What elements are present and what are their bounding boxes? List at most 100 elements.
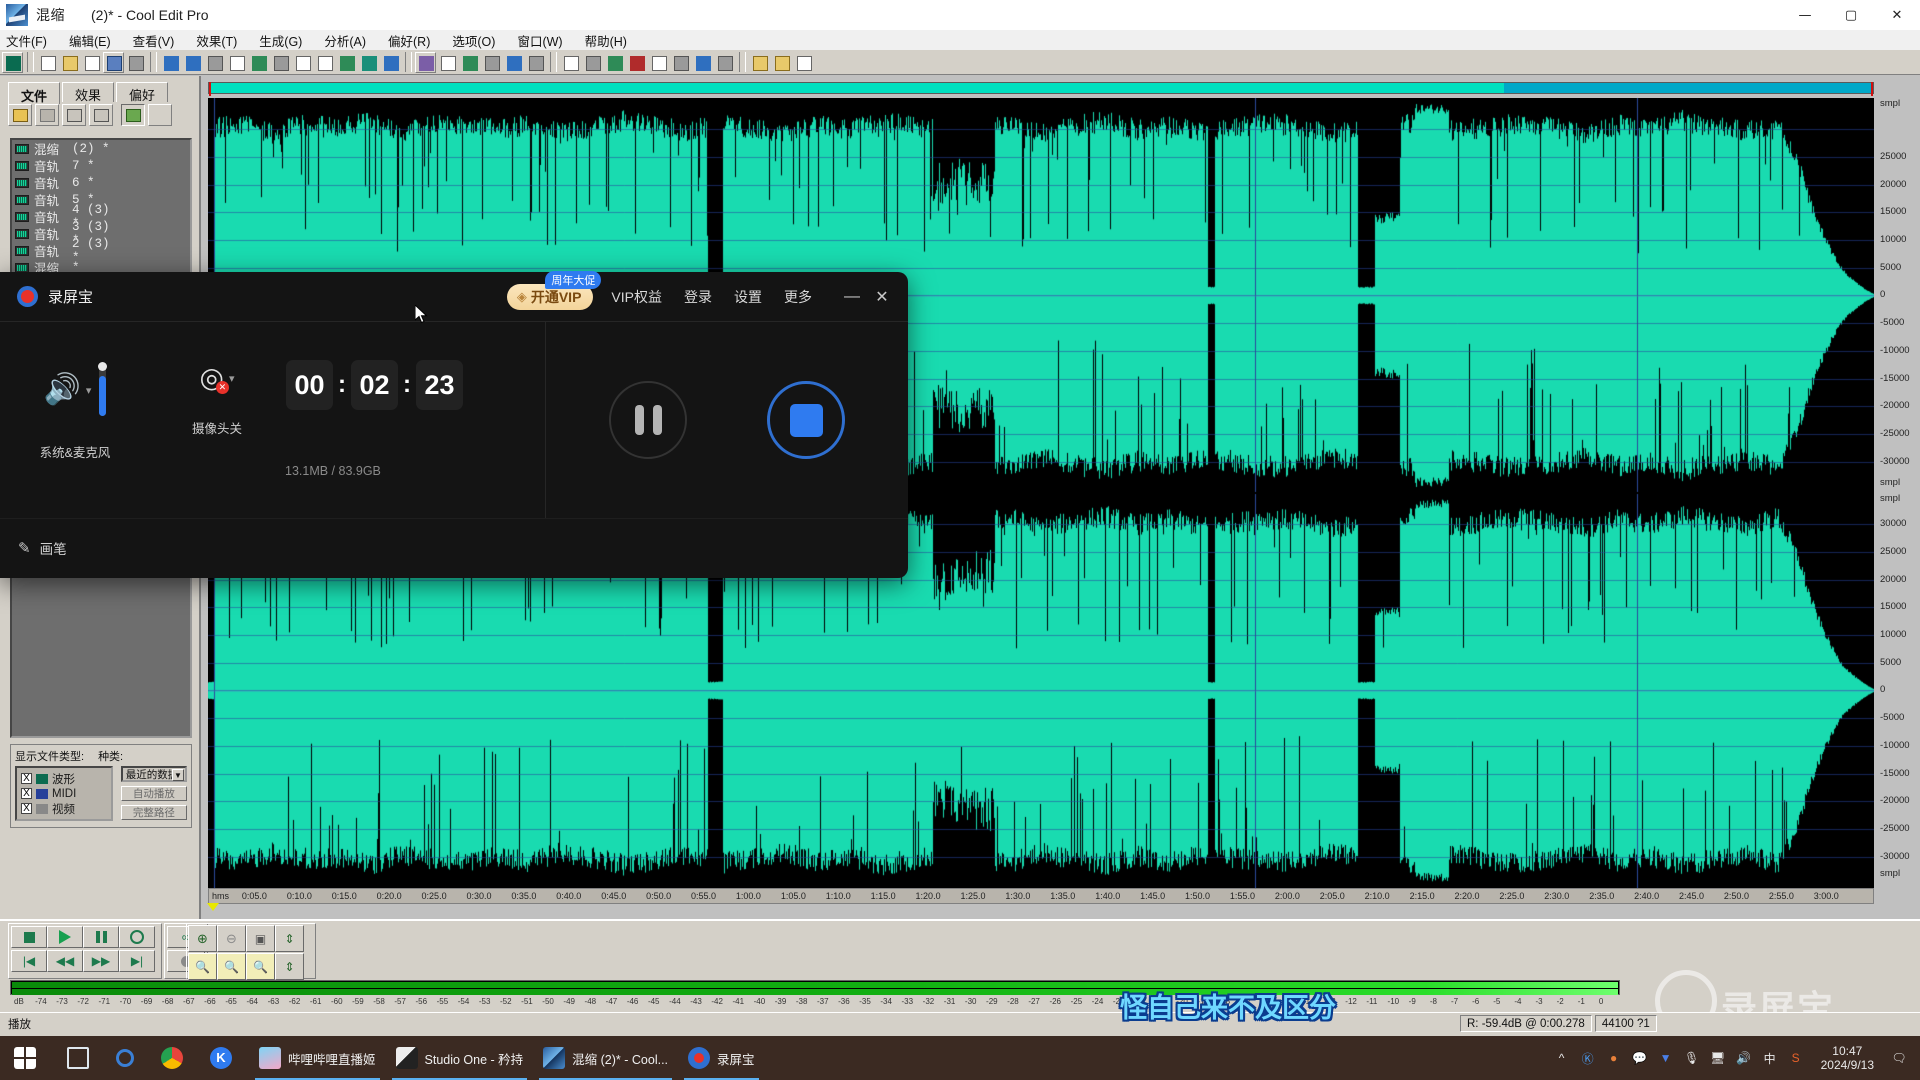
play-from-cursor-button[interactable]: [119, 926, 155, 948]
camera-off-icon[interactable]: ◎ ✕: [200, 364, 229, 394]
toolbar-meters-icon[interactable]: [714, 51, 735, 73]
open-vip-button[interactable]: ◈ 开通VIP 周年大促: [506, 270, 602, 310]
toolbar-saveall-icon[interactable]: [103, 51, 124, 73]
tab-effects[interactable]: 效果: [62, 82, 115, 103]
zoom-in-button[interactable]: ⊕: [188, 925, 217, 952]
chevron-down-icon[interactable]: ▼: [172, 769, 184, 781]
list-item[interactable]: 音轨 2 (3) *: [12, 237, 190, 265]
toolbar-cut-icon[interactable]: [204, 51, 225, 73]
go-to-end-button[interactable]: ▶|: [119, 950, 155, 972]
tencent-tray-icon[interactable]: ▼: [1653, 1051, 1679, 1065]
task-view-button[interactable]: [57, 1036, 106, 1080]
camera-control[interactable]: ◎ ✕ ▾ 摄像头关: [158, 364, 276, 437]
menu-item-file[interactable]: 文件(F): [6, 31, 47, 50]
menu-item-help[interactable]: 帮助(H): [585, 31, 627, 50]
minimize-button[interactable]: —: [1782, 0, 1828, 30]
close-button[interactable]: ✕: [1874, 0, 1920, 30]
recorder-minimize-button[interactable]: —: [840, 288, 864, 306]
toolbar-bpm-icon[interactable]: [648, 51, 669, 73]
recorder-close-button[interactable]: ✕: [870, 287, 894, 307]
toolbar-snap-icon[interactable]: [560, 51, 581, 73]
start-button[interactable]: [0, 1036, 57, 1080]
list-item[interactable]: 音轨 6 *: [12, 174, 190, 192]
taskbar-studio-one[interactable]: Studio One - 矜持: [386, 1036, 534, 1080]
toolbar-normalize-icon[interactable]: [358, 51, 379, 73]
menu-item-effects[interactable]: 效果(T): [196, 31, 237, 50]
checkbox-waveform[interactable]: X 波形: [21, 771, 107, 786]
taskbar-bilibili-live[interactable]: 哔哩哔哩直播姬: [249, 1036, 386, 1080]
chevron-down-icon[interactable]: ▾: [86, 384, 92, 397]
menu-item-edit[interactable]: 编辑(E): [69, 31, 111, 50]
stop-recording-button[interactable]: [767, 381, 845, 459]
toolbar-convert-icon[interactable]: [336, 51, 357, 73]
menu-item-view[interactable]: 查看(V): [133, 31, 175, 50]
open-file-icon[interactable]: [8, 104, 32, 126]
toolbar-open-icon[interactable]: [59, 51, 80, 73]
menu-item-generate[interactable]: 生成(G): [259, 31, 302, 50]
toolbar-mixer-icon[interactable]: [692, 51, 713, 73]
zoom-out-button[interactable]: ⊖: [217, 925, 246, 952]
toolbar-panning-icon[interactable]: [459, 51, 480, 73]
toolbar-redo-icon[interactable]: [182, 51, 203, 73]
checkbox-video[interactable]: X 视频: [21, 801, 107, 816]
taskbar-cool-edit[interactable]: 混缩 (2)* - Cool...: [533, 1036, 678, 1080]
menu-item-favorites[interactable]: 偏好(R): [388, 31, 430, 50]
file-properties-icon[interactable]: [121, 104, 145, 126]
toolbar-amplify-icon[interactable]: [503, 51, 524, 73]
zoom-sel-right-button[interactable]: 🔍: [246, 953, 275, 980]
list-item[interactable]: 音轨 7 *: [12, 157, 190, 175]
zoom-selection-button[interactable]: 🔍: [217, 953, 246, 980]
kind-select[interactable]: 最近的数据 ▼: [120, 766, 187, 782]
autoplay-button[interactable]: 自动播放: [120, 786, 187, 801]
taskbar-chrome[interactable]: [151, 1036, 200, 1080]
toolbar-grid-icon[interactable]: [670, 51, 691, 73]
toolbar-loop-icon[interactable]: [604, 51, 625, 73]
stop-button[interactable]: [11, 926, 47, 948]
list-item[interactable]: 混缩 (2) *: [12, 140, 190, 158]
toolbar-marker-icon[interactable]: [626, 51, 647, 73]
wechat-tray-icon[interactable]: 💬: [1627, 1051, 1653, 1065]
firefox-tray-icon[interactable]: ●: [1601, 1051, 1627, 1065]
zoom-full-button[interactable]: ▣: [246, 925, 275, 952]
toolbar-waveform-view-icon[interactable]: [437, 51, 458, 73]
toolbar-multitrack-icon[interactable]: [2, 51, 23, 73]
taskbar-clock[interactable]: 10:47 2024/9/13: [1821, 1044, 1874, 1072]
toolbar-select-icon[interactable]: [771, 51, 792, 73]
fast-forward-button[interactable]: ▶▶: [83, 950, 119, 972]
menu-item-settings[interactable]: 设置: [734, 287, 762, 307]
toolbar-copy-icon[interactable]: [226, 51, 247, 73]
zoom-in-vertical-button[interactable]: ⇕: [275, 925, 304, 952]
menu-item-analyze[interactable]: 分析(A): [324, 31, 366, 50]
file-help-icon[interactable]: [148, 104, 172, 126]
scrollbar-thumb[interactable]: [209, 83, 1504, 93]
toolbar-save-icon[interactable]: [81, 51, 102, 73]
toolbar-new-icon[interactable]: [37, 51, 58, 73]
checkbox-midi[interactable]: X MIDI: [21, 786, 107, 801]
toolbar-trim-icon[interactable]: [292, 51, 313, 73]
toolbar-fade-icon[interactable]: [525, 51, 546, 73]
ime-indicator[interactable]: 中: [1757, 1050, 1783, 1067]
toolbar-paste-icon[interactable]: [248, 51, 269, 73]
volume-tray-icon[interactable]: 🔊: [1731, 1051, 1757, 1065]
insert-multi-icon[interactable]: [89, 104, 113, 126]
mic-tray-icon[interactable]: 🎙: [1679, 1051, 1705, 1065]
taskbar-kugou[interactable]: K: [200, 1036, 249, 1080]
time-ruler[interactable]: hms 0:05.0 0:10.0 0:15.0 0:20.0 0:25.0 0:30.0 0…: [208, 888, 1874, 904]
toolbar-zoom-icon[interactable]: [749, 51, 770, 73]
horizontal-scrollbar[interactable]: [208, 82, 1874, 96]
menu-item-options[interactable]: 选项(O): [452, 31, 495, 50]
toolbar-envelope-icon[interactable]: [481, 51, 502, 73]
go-to-start-button[interactable]: |◀: [11, 950, 47, 972]
zoom-sel-left-button[interactable]: 🔍: [188, 953, 217, 980]
volume-slider[interactable]: [98, 362, 108, 416]
taskbar-luping[interactable]: 录屏宝: [678, 1036, 765, 1080]
toolbar-help-icon[interactable]: [793, 51, 814, 73]
speaker-icon[interactable]: 🔊: [44, 375, 81, 405]
tab-files[interactable]: 文件: [8, 82, 61, 104]
pause-recording-button[interactable]: [609, 381, 687, 459]
level-meter[interactable]: [10, 980, 1620, 995]
menu-item-vip-benefits[interactable]: VIP权益: [611, 287, 662, 307]
rewind-button[interactable]: ◀◀: [47, 950, 83, 972]
pen-label[interactable]: 画笔: [40, 538, 67, 558]
menu-item-window[interactable]: 窗口(W): [517, 31, 562, 50]
